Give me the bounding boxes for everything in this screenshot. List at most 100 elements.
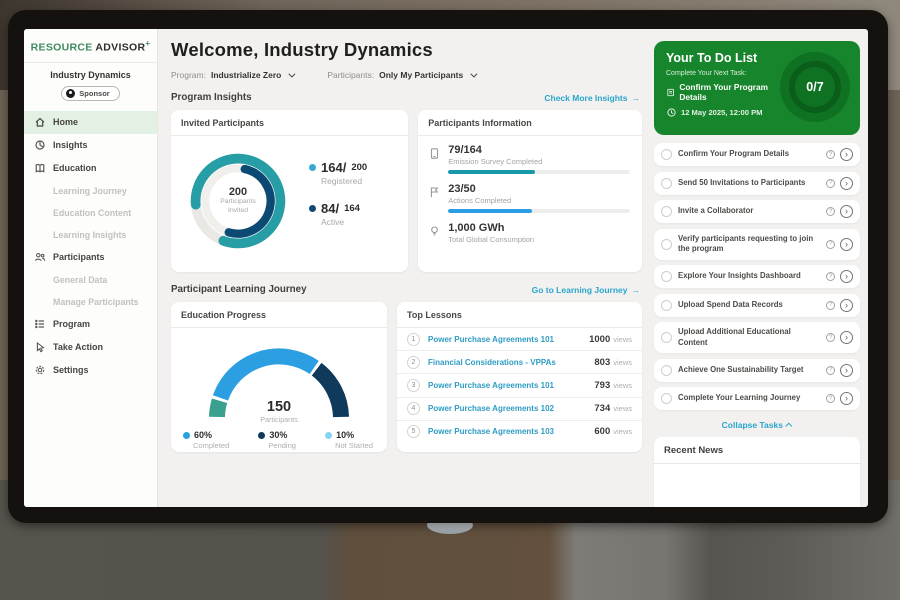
task-info-icon[interactable]: ? <box>826 333 835 342</box>
todo-task[interactable]: Explore Your Insights Dashboard ? › <box>654 265 860 288</box>
metric-value: 1,000 GWh <box>448 222 630 234</box>
program-value: Industrialize Zero <box>211 70 281 80</box>
actions-flag-icon <box>428 186 441 199</box>
sidebar-item-education[interactable]: Education <box>24 157 157 180</box>
sidebar-item-insights[interactable]: Insights <box>24 134 157 157</box>
todo-task[interactable]: Invite a Collaborator ? › <box>654 200 860 223</box>
legend-label: Registered <box>321 176 367 186</box>
task-info-icon[interactable]: ? <box>826 366 835 375</box>
chevron-up-icon <box>786 422 793 429</box>
task-chevron-button[interactable]: › <box>840 177 853 190</box>
legend-pct: 30% <box>269 430 287 440</box>
task-chevron-button[interactable]: › <box>840 148 853 161</box>
task-info-icon[interactable]: ? <box>826 240 835 249</box>
task-checkbox[interactable] <box>661 178 672 189</box>
views-word: views <box>613 381 632 390</box>
task-info-icon[interactable]: ? <box>826 207 835 216</box>
legend-dot <box>309 164 316 171</box>
todo-task[interactable]: Confirm Your Program Details ? › <box>654 143 860 166</box>
chevron-down-icon <box>471 70 478 77</box>
sidebar-item-manage-participants[interactable]: Manage Participants <box>24 291 157 313</box>
lesson-rank: 2 <box>407 356 420 369</box>
todo-task[interactable]: Verify participants requesting to join t… <box>654 229 860 260</box>
arrow-right-icon: → <box>632 285 641 295</box>
arrow-right-icon: → <box>632 93 641 103</box>
education-gauge-chart: 150 Participants <box>194 332 364 426</box>
sidebar-item-program[interactable]: Program <box>24 313 157 336</box>
collapse-label: Collapse Tasks <box>722 420 783 430</box>
program-dropdown[interactable]: Program: Industrialize Zero <box>171 70 293 80</box>
todo-due-date: 12 May 2025, 12:00 PM <box>681 108 762 117</box>
task-chevron-button[interactable]: › <box>840 392 853 405</box>
lesson-link[interactable]: Power Purchase Agreements 101 <box>428 381 554 390</box>
metric-consumption: 1,000 GWh Total Global Consumption <box>428 222 630 248</box>
task-checkbox[interactable] <box>661 393 672 404</box>
lesson-link[interactable]: Power Purchase Agreements 101 <box>428 335 554 344</box>
task-checkbox[interactable] <box>661 271 672 282</box>
lesson-rank: 4 <box>407 402 420 415</box>
lesson-link[interactable]: Power Purchase Agreements 102 <box>428 404 554 413</box>
todo-task[interactable]: Complete Your Learning Journey ? › <box>654 387 860 410</box>
sidebar-item-settings[interactable]: Settings <box>24 359 157 382</box>
page-title: Welcome, Industry Dynamics <box>171 39 642 61</box>
views-word: views <box>613 427 632 436</box>
views-word: views <box>613 358 632 367</box>
task-info-icon[interactable]: ? <box>826 272 835 281</box>
sidebar-item-general-data[interactable]: General Data <box>24 269 157 291</box>
app-logo: RESOURCE ADVISOR+ <box>24 39 157 54</box>
todo-task[interactable]: Upload Spend Data Records ? › <box>654 294 860 317</box>
sidebar-item-participants[interactable]: Participants <box>24 246 157 269</box>
lesson-row: 1 Power Purchase Agreements 101 1000 vie… <box>397 328 642 351</box>
task-chevron-button[interactable]: › <box>840 364 853 377</box>
legend-total: 164 <box>344 203 360 214</box>
lesson-views: 793 <box>594 380 610 391</box>
task-checkbox[interactable] <box>661 206 672 217</box>
task-chevron-button[interactable]: › <box>840 331 853 344</box>
task-info-icon[interactable]: ? <box>826 394 835 403</box>
task-checkbox[interactable] <box>661 149 672 160</box>
sidebar: RESOURCE ADVISOR+ Industry Dynamics Spon… <box>24 29 158 507</box>
sidebar-item-learning-journey[interactable]: Learning Journey <box>24 180 157 202</box>
todo-counter: 0/7 <box>806 80 823 94</box>
progress-track <box>448 170 630 174</box>
lesson-row: 3 Power Purchase Agreements 101 793 view… <box>397 374 642 397</box>
logo-resource: RESOURCE <box>31 42 93 54</box>
lesson-rank: 3 <box>407 379 420 392</box>
task-chevron-button[interactable]: › <box>840 205 853 218</box>
todo-task[interactable]: Achieve One Sustainability Target ? › <box>654 359 860 382</box>
task-info-icon[interactable]: ? <box>826 179 835 188</box>
participants-label: Participants: <box>327 70 374 80</box>
recent-news-card: Recent News <box>654 437 860 507</box>
progress-track <box>448 209 630 213</box>
lesson-link[interactable]: Power Purchase Agreements 103 <box>428 427 554 436</box>
collapse-tasks-link[interactable]: Collapse Tasks <box>654 416 860 437</box>
task-checkbox[interactable] <box>661 239 672 250</box>
task-info-icon[interactable]: ? <box>826 150 835 159</box>
task-label: Explore Your Insights Dashboard <box>678 271 822 282</box>
sidebar-item-home[interactable]: Home <box>24 111 157 134</box>
task-checkbox[interactable] <box>661 332 672 343</box>
legend-label: Completed <box>193 441 229 450</box>
lesson-link[interactable]: Financial Considerations - VPPAs <box>428 358 556 367</box>
check-more-insights-link[interactable]: Check More Insights → <box>544 93 640 103</box>
todo-task[interactable]: Send 50 Invitations to Participants ? › <box>654 172 860 195</box>
sidebar-item-learning-insights[interactable]: Learning Insights <box>24 224 157 246</box>
task-chevron-button[interactable]: › <box>840 238 853 251</box>
go-to-learning-journey-link[interactable]: Go to Learning Journey → <box>532 285 640 295</box>
participants-dropdown[interactable]: Participants: Only My Participants <box>327 70 475 80</box>
task-chevron-button[interactable]: › <box>840 299 853 312</box>
legend-pct: 10% <box>336 430 354 440</box>
task-checkbox[interactable] <box>661 300 672 311</box>
card-title: Participants Information <box>418 110 642 136</box>
gauge-center-label: Participants <box>194 415 364 424</box>
task-checkbox[interactable] <box>661 365 672 376</box>
sidebar-item-take-action[interactable]: Take Action <box>24 336 157 359</box>
gear-icon <box>34 364 46 376</box>
task-chevron-button[interactable]: › <box>840 270 853 283</box>
lightbulb-icon <box>428 225 441 238</box>
legend-dot <box>258 432 265 439</box>
progress-fill <box>448 170 535 174</box>
task-info-icon[interactable]: ? <box>826 301 835 310</box>
todo-task[interactable]: Upload Additional Educational Content ? … <box>654 322 860 353</box>
sidebar-item-education-content[interactable]: Education Content <box>24 202 157 224</box>
